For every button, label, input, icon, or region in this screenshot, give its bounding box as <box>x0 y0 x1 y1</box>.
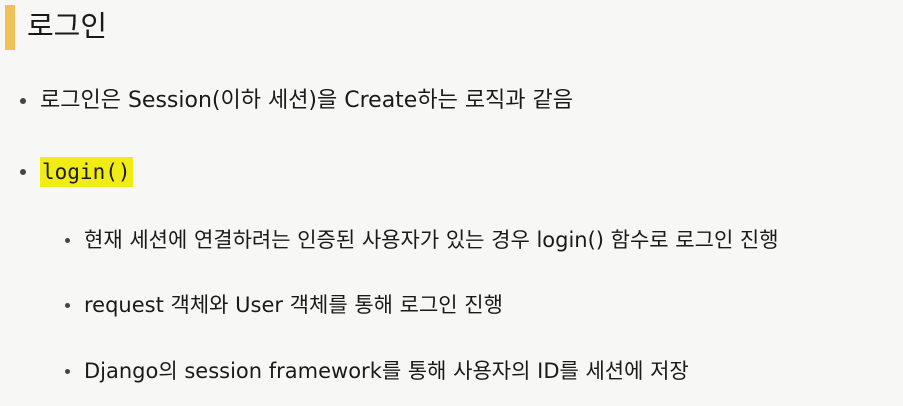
bullet-dot-icon <box>20 98 26 104</box>
title-accent-bar <box>5 5 15 50</box>
slide-title: 로그인 <box>27 9 108 43</box>
sub-bullet-item: Django의 session framework를 통해 사용자의 ID를 세… <box>65 356 689 386</box>
sub-bullet-text: 현재 세션에 연결하려는 인증된 사용자가 있는 경우 login() 함수로 … <box>84 228 779 252</box>
sub-bullet-item: 현재 세션에 연결하려는 인증된 사용자가 있는 경우 login() 함수로 … <box>65 225 779 255</box>
sub-bullet-text: Django의 session framework를 통해 사용자의 ID를 세… <box>84 359 689 383</box>
sub-bullet-text: request 객체와 User 객체를 통해 로그인 진행 <box>84 293 503 317</box>
bullet-item: login() <box>20 157 133 187</box>
bullet-text: 로그인은 Session(이하 세션)을 Create하는 로직과 같음 <box>40 88 574 113</box>
bullet-dot-icon <box>65 237 70 243</box>
sub-bullet-item: request 객체와 User 객체를 통해 로그인 진행 <box>65 290 503 320</box>
bullet-dot-icon <box>65 368 70 374</box>
code-highlight: login() <box>40 157 133 187</box>
bullet-dot-icon <box>65 302 70 308</box>
bullet-item: 로그인은 Session(이하 세션)을 Create하는 로직과 같음 <box>20 86 573 116</box>
bullet-dot-icon <box>20 169 26 175</box>
